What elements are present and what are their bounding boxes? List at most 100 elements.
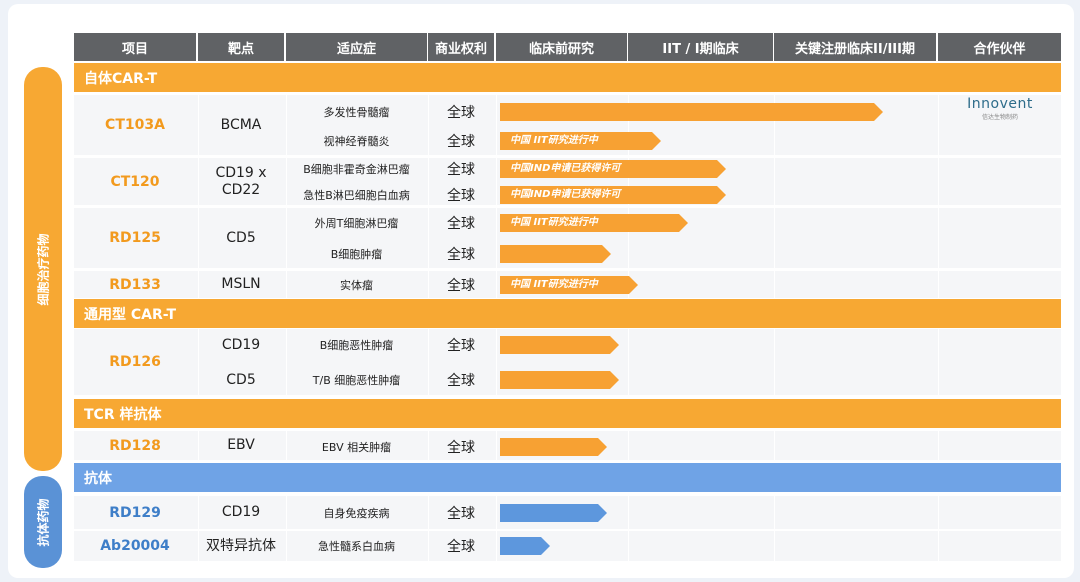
sidebar-cell-therapy: 细胞治疗药物 bbox=[24, 67, 62, 471]
target: CD19 bbox=[221, 504, 261, 520]
indication: B细胞肿瘤 bbox=[330, 248, 383, 261]
progress-bar: 中国 IIT研究进行中 bbox=[500, 132, 661, 150]
column-divider bbox=[938, 496, 939, 529]
partner-logo-sub: 信达生物制药 bbox=[981, 114, 1018, 121]
column-divider bbox=[496, 158, 497, 205]
header-col-indication: 适应症 bbox=[286, 33, 427, 61]
column-divider bbox=[938, 531, 939, 561]
column-divider bbox=[938, 431, 939, 460]
commercial-rights: 全球 bbox=[447, 338, 475, 354]
indication: 视神经脊髓炎 bbox=[323, 135, 390, 148]
commercial-rights: 全球 bbox=[447, 539, 475, 555]
sidebar-antibody-label: 抗体药物 bbox=[36, 497, 51, 547]
target: CD19 x CD22 bbox=[215, 164, 267, 198]
program-code: RD129 bbox=[109, 504, 161, 521]
progress-bar bbox=[500, 371, 619, 389]
commercial-rights: 全球 bbox=[447, 440, 475, 456]
commercial-rights: 全球 bbox=[447, 278, 475, 294]
commercial-rights: 全球 bbox=[447, 105, 475, 121]
commercial-rights: 全球 bbox=[447, 162, 475, 178]
indication: T/B 细胞恶性肿瘤 bbox=[312, 374, 401, 387]
commercial-rights: 全球 bbox=[447, 506, 475, 522]
column-divider bbox=[496, 431, 497, 460]
column-divider bbox=[774, 158, 775, 205]
indication: B细胞非霍奇金淋巴瘤 bbox=[303, 163, 410, 176]
column-divider bbox=[774, 431, 775, 460]
indication: B细胞恶性肿瘤 bbox=[319, 339, 394, 352]
header-col-project: 项目 bbox=[74, 33, 196, 61]
partner-logo: Innovent 信达生物制药 bbox=[962, 96, 1038, 122]
section-header: TCR 样抗体 bbox=[74, 399, 1061, 428]
column-divider bbox=[628, 496, 629, 529]
column-divider bbox=[774, 329, 775, 395]
progress-bar bbox=[500, 245, 611, 263]
partner-logo-name: Innovent bbox=[967, 96, 1033, 112]
program-code: RD126 bbox=[109, 354, 161, 370]
sidebar-cell-therapy-label: 细胞治疗药物 bbox=[36, 232, 51, 306]
section-header: 抗体 bbox=[74, 463, 1061, 492]
program-code: Ab20004 bbox=[100, 538, 170, 554]
indication: 急性B淋巴细胞白血病 bbox=[303, 189, 410, 202]
progress-bar bbox=[500, 103, 883, 121]
indication: 急性髓系白血病 bbox=[318, 540, 395, 553]
column-divider bbox=[628, 329, 629, 395]
header-col-partner: 合作伙伴 bbox=[938, 33, 1061, 61]
commercial-rights: 全球 bbox=[447, 188, 475, 204]
program-code: CT120 bbox=[110, 173, 160, 190]
progress-bar bbox=[500, 438, 607, 456]
progress-bar bbox=[500, 336, 619, 354]
column-divider bbox=[774, 208, 775, 268]
column-divider bbox=[774, 531, 775, 561]
progress-bar: 中国IND申请已获得许可 bbox=[500, 160, 726, 178]
column-divider bbox=[628, 531, 629, 561]
column-divider bbox=[496, 208, 497, 268]
indication: 外周T细胞淋巴瘤 bbox=[314, 217, 399, 230]
column-divider bbox=[628, 431, 629, 460]
target: MSLN bbox=[221, 276, 261, 292]
table-row: RD126 CD19 B细胞恶性肿瘤 全球 CD5 T/B 细胞恶性肿瘤 全球 bbox=[74, 329, 1061, 395]
column-divider bbox=[496, 329, 497, 395]
table-row: RD128 EBV EBV 相关肿瘤 全球 bbox=[74, 431, 1061, 460]
section-header: 通用型 CAR-T bbox=[74, 299, 1061, 328]
target: CD19 bbox=[221, 336, 261, 353]
column-divider bbox=[774, 271, 775, 298]
column-divider bbox=[938, 271, 939, 298]
column-divider bbox=[496, 496, 497, 529]
progress-bar bbox=[500, 537, 550, 555]
header-col-phase1: IIT / I期临床 bbox=[628, 33, 773, 61]
table-row: RD129 CD19 自身免疫疾病 全球 bbox=[74, 496, 1061, 529]
table-row: RD133 MSLN 实体瘤 全球 中国 IIT研究进行中 bbox=[74, 271, 1061, 298]
indication: 多发性骨髓瘤 bbox=[323, 106, 390, 119]
indication: EBV 相关肿瘤 bbox=[321, 441, 392, 454]
column-divider bbox=[774, 496, 775, 529]
indication: 自身免疫疾病 bbox=[323, 507, 390, 520]
header-col-rights: 商业权利 bbox=[428, 33, 494, 61]
program-code: CT103A bbox=[105, 117, 165, 133]
table-row: CT103A BCMA 多发性骨髓瘤 全球 视神经脊髓炎 全球 中国 IIT研究进行中 bbox=[74, 95, 1061, 155]
program-code: RD133 bbox=[109, 276, 161, 293]
column-divider bbox=[938, 95, 939, 155]
column-divider bbox=[496, 95, 497, 155]
header-col-pivotal: 关键注册临床II/III期 bbox=[774, 33, 936, 61]
header-col-target: 靶点 bbox=[198, 33, 284, 61]
commercial-rights: 全球 bbox=[447, 216, 475, 232]
header-col-preclinical: 临床前研究 bbox=[496, 33, 627, 61]
progress-bar bbox=[500, 504, 607, 522]
commercial-rights: 全球 bbox=[447, 134, 475, 150]
column-divider bbox=[496, 531, 497, 561]
target: CD5 bbox=[226, 371, 256, 388]
target: EBV bbox=[227, 437, 255, 453]
table-row: CT120 CD19 x CD22 B细胞非霍奇金淋巴瘤 全球 中国IND申请已获得许可… bbox=[74, 158, 1061, 205]
indication: 实体瘤 bbox=[340, 279, 373, 292]
table-row: RD125 CD5 外周T细胞淋巴瘤 全球 中国 IIT研究进行中 B细胞肿瘤 全球 bbox=[74, 208, 1061, 268]
commercial-rights: 全球 bbox=[447, 373, 475, 389]
program-code: RD125 bbox=[109, 230, 161, 246]
progress-bar: 中国 IIT研究进行中 bbox=[500, 276, 638, 294]
progress-bar: 中国 IIT研究进行中 bbox=[500, 214, 688, 232]
section-header: 自体CAR-T bbox=[74, 63, 1061, 92]
table-row: Ab20004 双特异抗体 急性髓系白血病 全球 bbox=[74, 531, 1061, 561]
sidebar-antibody: 抗体药物 bbox=[24, 476, 62, 568]
column-divider bbox=[938, 158, 939, 205]
column-divider bbox=[938, 208, 939, 268]
progress-bar: 中国IND申请已获得许可 bbox=[500, 186, 726, 204]
